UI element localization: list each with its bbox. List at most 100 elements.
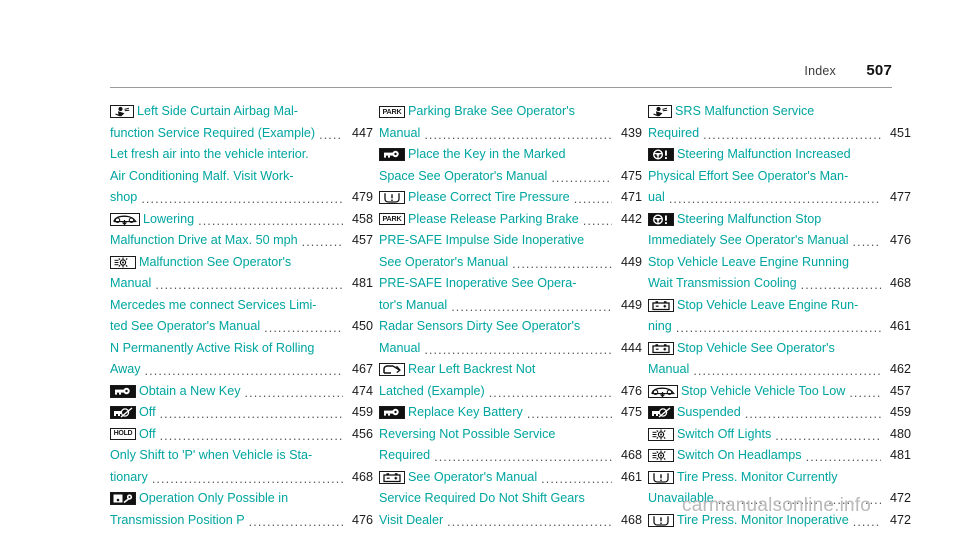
leader-dots: ........................................… [526,407,612,421]
leader-dots: ........................................… [434,450,612,464]
index-entry[interactable]: Malfunction Drive at Max. 50 mph........… [110,230,373,252]
leader-dots: ........................................… [159,428,343,443]
index-entry-line: Wait Transmission Cooling...............… [648,273,911,295]
index-entry-text: Transmission Position P [110,512,245,527]
index-entry-text: Left Side Curtain Airbag Mal- [137,104,299,118]
index-entry[interactable]: Steering Malfunction Increased Physical E… [648,144,911,209]
index-entry-text: Lowering [143,211,195,226]
index-entry[interactable]: Switch On Headlamps.....................… [648,445,911,467]
seatbelt-airbag-figure-icon [648,105,672,119]
index-entry[interactable]: Suspended...............................… [648,402,911,424]
index-entry[interactable]: N Permanently Active Risk of Rolling Away… [110,338,373,381]
index-entry[interactable]: Let fresh air into the vehicle interior.… [110,144,373,209]
index-entry[interactable]: PARK Parking Brake See Operator's Manual..… [379,101,642,144]
index-entry[interactable]: PARKPlease Release Parking Brake........… [379,209,642,231]
leader-dots: ........................................… [541,471,612,486]
index-entry-text: Off [139,405,156,419]
index-entry[interactable]: Stop Vehicle Leave Engine Run-ning......… [648,295,911,338]
index-entry[interactable]: SRS Malfunction Service Required.........… [648,101,911,144]
index-entry-line: Stop Vehicle Leave Engine Running [648,252,911,274]
index-entry[interactable]: Rear Left Backrest Not Latched (Example).… [379,359,642,402]
index-entry[interactable]: Stop Vehicle Leave Engine Running Wait Tr… [648,252,911,295]
hold-icon: HOLD [110,428,136,441]
leader-dots: ........................................… [800,278,881,292]
index-entry-line: ning....................................… [648,316,911,338]
leader-dots: ........................................… [144,364,343,378]
index-entry-text: Reversing Not Possible Service [379,426,556,441]
index-entry-text: Please Release Parking Brake [408,211,579,226]
index-entry[interactable]: Reversing Not Possible Service Required..… [379,424,642,467]
tire-pressure-icon [648,470,674,484]
index-entry[interactable]: PRE-SAFE Impulse Side Inoperative See Ope… [379,230,642,273]
entry-page-number: 444 [620,340,642,355]
leader-dots: ........................................… [668,192,881,206]
leader-dots: ........................................… [551,170,612,185]
index-entry-line: Please Correct Tire Pressure............… [379,187,642,209]
index-entry[interactable]: See Operator's Manual...................… [379,467,642,489]
index-entry[interactable]: Stop Vehicle See Operator's Manual.......… [648,338,911,381]
headlamp-icon [110,255,136,269]
index-entry[interactable]: Only Shift to 'P' when Vehicle is Sta-ti… [110,445,373,488]
index-entry[interactable]: Service Required Do Not Shift Gears Visit… [379,488,642,531]
leader-dots: ........................................… [151,471,343,486]
index-entry-line: Manual..................................… [110,273,373,295]
entry-page-number: 439 [620,125,642,140]
entry-page-number: 458 [351,211,373,226]
index-entry-line: Tire Press. Monitor Currently [648,467,911,489]
battery-icon [648,298,674,312]
index-entry[interactable]: Operation Only Possible in Transmission P… [110,488,373,531]
entry-page-number: 459 [351,405,373,419]
index-entry-text: Operation Only Possible in [139,491,289,505]
index-entry[interactable]: Left Side Curtain Airbag Mal-function Se… [110,101,373,144]
index-entry[interactable]: Obtain a New Key........................… [110,381,373,403]
leader-dots: ........................................… [159,407,343,421]
index-entry-text: Switch Off Lights [677,426,772,441]
index-entry-line: SRS Malfunction Service [648,101,911,123]
index-entry[interactable]: Switch Off Lights.......................… [648,424,911,446]
index-entry-text: PRE-SAFE Impulse Side Inoperative [379,233,585,247]
index-entry-line: Air Conditioning Malf. Visit Work- [110,166,373,188]
index-entry[interactable]: Lowering................................… [110,209,373,231]
index-entry[interactable]: Place the Key in the Marked Space See Ope… [379,144,642,187]
header-divider [110,87,892,88]
key-icon [110,384,136,398]
index-entry[interactable]: Stop Vehicle Vehicle Too Low............… [648,381,911,403]
index-entry-line: Switch On Headlamps.....................… [648,445,911,467]
index-entry[interactable]: Replace Key Battery.....................… [379,402,642,424]
index-entry-text: Only Shift to 'P' when Vehicle is Sta- [110,448,313,462]
column-2: PARK Parking Brake See Operator's Manual..… [379,101,648,531]
entry-page-number: 479 [351,190,373,204]
headlamp-icon [648,449,674,463]
index-entry-line: tionary.................................… [110,467,373,489]
column-1: Left Side Curtain Airbag Mal-function Se… [110,101,379,531]
index-entry[interactable]: Steering Malfunction Stop Immediately See… [648,209,911,252]
index-entry-line: tor's Manual............................… [379,295,642,317]
index-entry[interactable]: Off.....................................… [110,402,373,424]
index-entry-text: Away [110,362,141,376]
index-entry-text: Steering Malfunction Increased [677,147,851,161]
leader-dots: ........................................… [424,127,612,142]
index-entry[interactable]: HOLD Off.................................… [110,424,373,446]
index-entry-line: N Permanently Active Risk of Rolling [110,338,373,360]
entry-page-number: 475 [620,405,642,419]
leader-dots: ........................................… [248,514,343,529]
index-entry-text: Stop Vehicle Leave Engine Run- [677,297,859,312]
entry-page-number: 467 [351,362,373,376]
tire-pressure-icon [379,191,405,205]
index-entry-text: Space See Operator's Manual [379,168,548,183]
index-entry[interactable]: Radar Sensors Dirty See Operator's Manual… [379,316,642,359]
entry-page-number: 481 [889,448,911,462]
entry-page-number: 457 [351,233,373,247]
index-entry-line: Service Required Do Not Shift Gears [379,488,642,510]
index-entry[interactable]: Please Correct Tire Pressure............… [379,187,642,209]
leader-dots: ........................................… [319,127,343,142]
park-icon: PARK [379,105,405,118]
index-entry[interactable]: Malfunction See Operator's Manual........… [110,252,373,295]
index-entry-line: Stop Vehicle Vehicle Too Low............… [648,381,911,403]
index-entry-line: Required................................… [648,123,911,145]
index-entry[interactable]: PRE-SAFE Inoperative See Opera-tor's Man… [379,273,642,316]
entry-page-number: 459 [889,405,911,419]
entry-page-number: 461 [889,319,911,333]
steering-wheel-warning-icon [648,148,674,162]
index-entry[interactable]: Mercedes me connect Services Limi-ted Se… [110,295,373,338]
